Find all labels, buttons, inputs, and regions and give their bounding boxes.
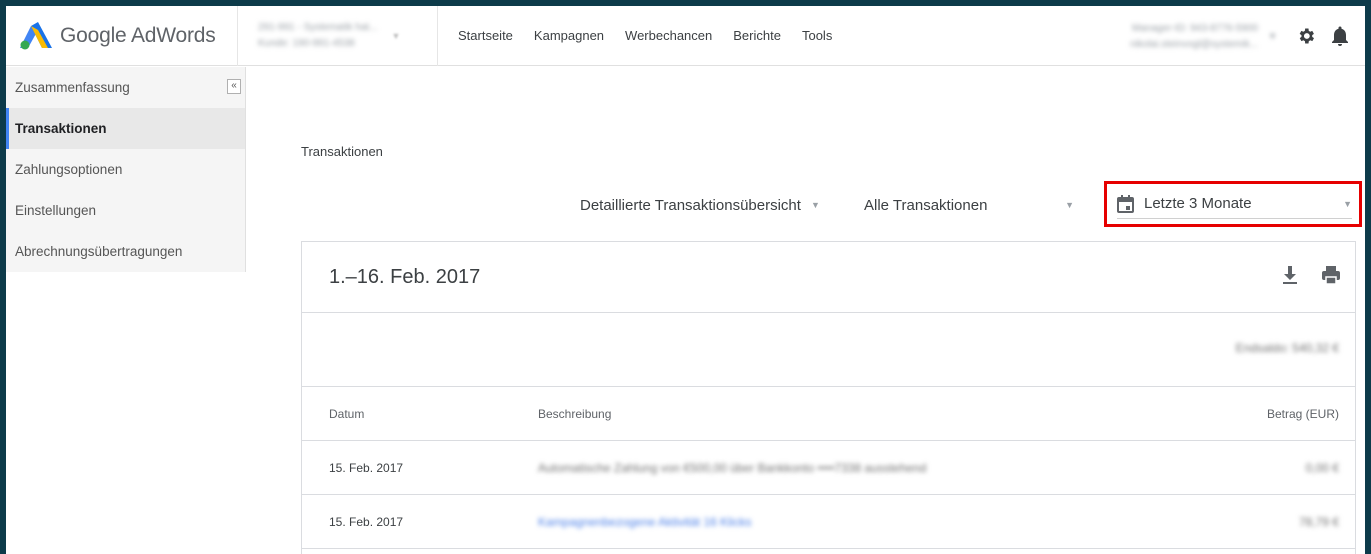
table-header: Datum Beschreibung Betrag (EUR) (302, 387, 1355, 441)
main-nav: Startseite Kampagnen Werbechancen Berich… (458, 6, 853, 66)
nav-tools[interactable]: Tools (802, 28, 832, 43)
manager-account-switcher[interactable]: Manager-ID: 943-8776-5900 nikolai.steinv… (1130, 23, 1258, 50)
chevron-down-icon: ▼ (391, 30, 401, 41)
table-row: 15. Feb. 2017 Automatische Zahlung von €… (302, 441, 1355, 495)
column-header-date: Datum (329, 407, 365, 421)
account-customer-id: Kunde: 190-991-4538 (258, 38, 355, 49)
detail-view-dropdown[interactable]: Detaillierte Transaktionsübersicht ▼ (580, 188, 820, 222)
sidebar-item-einstellungen[interactable]: Einstellungen (6, 190, 245, 231)
nav-berichte[interactable]: Berichte (733, 28, 781, 43)
main-content: Transaktionen Detaillierte Transaktionsü… (247, 67, 1365, 554)
nav-kampagnen[interactable]: Kampagnen (534, 28, 604, 43)
end-balance-row: Endsaldo: 540,32 € (302, 313, 1355, 387)
row-description: Automatische Zahlung von €500,00 über Ba… (538, 461, 927, 475)
transactions-card: 1.–16. Feb. 2017 Endsaldo: 540,32 € Datu… (301, 241, 1356, 554)
bell-icon (1332, 26, 1348, 46)
end-balance: Endsaldo: 540,32 € (1235, 341, 1339, 355)
row-amount: 0,00 € (1305, 461, 1339, 475)
manager-email: nikolai.steinvogl@systemik... (1130, 38, 1259, 50)
row-description-link[interactable]: Kampagnenbezogene Aktivität 16 Klicks (538, 515, 751, 529)
sidebar-item-transaktionen[interactable]: Transaktionen (6, 108, 245, 149)
sidebar-item-label: Transaktionen (15, 121, 107, 136)
sidebar-item-zahlungsoptionen[interactable]: Zahlungsoptionen (6, 149, 245, 190)
row-amount: 78,79 € (1298, 515, 1339, 529)
transaction-type-dropdown[interactable]: Alle Transaktionen ▼ (864, 188, 1074, 222)
card-header: 1.–16. Feb. 2017 (302, 242, 1355, 313)
sidebar-item-zusammenfassung[interactable]: Zusammenfassung « (6, 67, 245, 108)
period-label: 1.–16. Feb. 2017 (329, 265, 481, 288)
adwords-window: Google AdWords 291-991 - Systematik hat.… (6, 6, 1365, 554)
chevron-down-icon: ▼ (810, 200, 820, 210)
adwords-logo-icon (20, 21, 52, 49)
sidebar-item-label: Abrechnungsübertragungen (15, 244, 183, 259)
gear-icon (1299, 28, 1314, 44)
sidebar-item-label: Einstellungen (15, 203, 97, 218)
detail-view-value: Detaillierte Transaktionsübersicht (580, 196, 801, 214)
download-icon (1283, 266, 1297, 284)
top-right-controls: Manager-ID: 943-8776-5900 nikolai.steinv… (1130, 6, 1365, 66)
top-bar: Google AdWords 291-991 - Systematik hat.… (6, 6, 1365, 66)
sidebar-item-abrechnungsuebertragungen[interactable]: Abrechnungsübertragungen (6, 231, 245, 272)
calendar-icon (1117, 194, 1134, 213)
adwords-logo[interactable]: Google AdWords (6, 6, 238, 66)
card-actions (1280, 264, 1341, 291)
nav-startseite[interactable]: Startseite (458, 28, 513, 43)
print-icon (1322, 266, 1340, 285)
notifications-button[interactable] (1323, 19, 1357, 53)
chevron-down-icon: ▼ (1065, 200, 1074, 210)
account-name: 291-991 - Systematik hat... (258, 22, 378, 33)
page-title: Transaktionen (301, 144, 383, 159)
table-row: 15. Feb. 2017 Kampagnenbezogene Aktivitä… (302, 495, 1355, 549)
row-date: 15. Feb. 2017 (329, 461, 404, 475)
sidebar-item-label: Zusammenfassung (15, 80, 130, 95)
sidebar: Zusammenfassung « Transaktionen Zahlungs… (6, 67, 246, 554)
print-button[interactable] (1321, 264, 1341, 291)
column-header-amount: Betrag (EUR) (1266, 407, 1339, 421)
sidebar-empty-area (6, 272, 246, 554)
column-header-description: Beschreibung (538, 407, 612, 421)
chevron-down-icon[interactable]: ▼ (1268, 31, 1277, 41)
account-switcher[interactable]: 291-991 - Systematik hat... Kunde: 190-9… (238, 6, 438, 66)
row-date: 15. Feb. 2017 (329, 515, 404, 529)
date-range-dropdown[interactable]: Letzte 3 Monate ▼ (1104, 181, 1362, 227)
sidebar-item-label: Zahlungsoptionen (15, 162, 123, 177)
download-button[interactable] (1280, 264, 1300, 291)
date-range-value: Letzte 3 Monate (1144, 195, 1252, 212)
collapse-sidebar-button[interactable]: « (227, 79, 241, 94)
manager-id: Manager-ID: 943-8776-5900 (1131, 22, 1259, 34)
chevron-down-icon: ▼ (1343, 198, 1352, 209)
nav-werbechancen[interactable]: Werbechancen (625, 28, 712, 43)
brand-name: Google AdWords (60, 23, 216, 47)
settings-button[interactable] (1289, 19, 1323, 53)
transaction-type-value: Alle Transaktionen (864, 196, 988, 214)
